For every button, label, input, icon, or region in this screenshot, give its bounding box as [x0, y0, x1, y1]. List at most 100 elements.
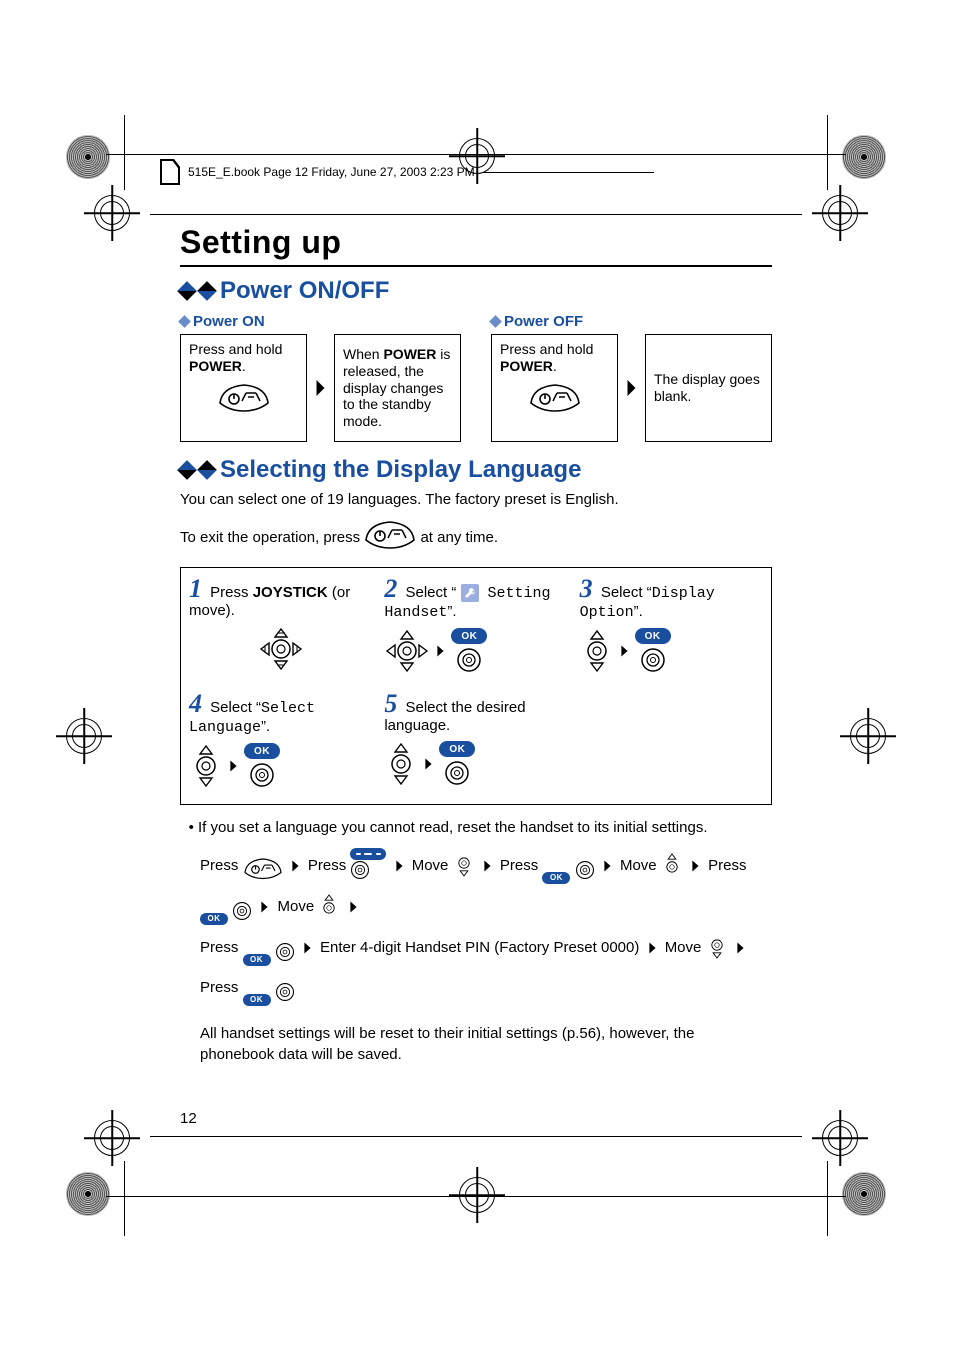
- power-key-icon: [243, 856, 283, 891]
- title-rule: [180, 265, 772, 267]
- ok-key-icon: OK: [635, 628, 671, 678]
- arrow-right-icon: [648, 936, 657, 966]
- registration-dot-icon: [842, 135, 886, 179]
- arrow-right-icon: [691, 854, 700, 884]
- language-step-3: 3 Select “Display Option”.: [580, 576, 763, 679]
- ok-key-icon: OK: [451, 628, 487, 678]
- registration-target-icon: [850, 718, 886, 754]
- arrow-right-icon: [349, 895, 358, 925]
- language-step-5: 5 Select the desired language. OK: [384, 691, 567, 794]
- page-title: Setting up: [180, 224, 772, 261]
- step-number-4: 4: [189, 689, 202, 718]
- diamond-icon: [177, 281, 197, 301]
- power-on-step2-box: When POWER is released, the display chan…: [334, 334, 461, 442]
- crop-rule: [150, 214, 802, 215]
- crop-rule: [150, 1136, 802, 1137]
- reset-note: All handset settings will be reset to th…: [200, 1023, 772, 1065]
- power-off-step2-box: The display goes blank.: [645, 334, 772, 442]
- language-step-2: 2 Select “ Setting Handset”.: [384, 576, 567, 679]
- diamond-icon: [177, 460, 197, 480]
- step-number-2: 2: [384, 574, 397, 603]
- joystick-up-icon: [661, 850, 683, 891]
- section-title: Power ON/OFF: [220, 277, 389, 305]
- power-on-label: Power ON: [193, 313, 265, 330]
- print-header-text: 515E_E.book Page 12 Friday, June 27, 200…: [188, 165, 475, 179]
- power-on-step2-text: When POWER is released, the display chan…: [343, 346, 452, 430]
- arrow-right-icon: [620, 644, 629, 663]
- reset-bullet: If you set a language you cannot read, r…: [198, 817, 772, 839]
- crop-rule: [106, 154, 846, 155]
- registration-dot-icon: [66, 1172, 110, 1216]
- language-step-4: 4 Select “Select Language”.: [189, 691, 372, 794]
- wrench-icon: [461, 584, 479, 602]
- arrow-right-icon: [736, 936, 745, 966]
- joystick-up-icon: [318, 891, 340, 932]
- arrow-right-icon: [395, 854, 404, 884]
- arrow-right-icon: [315, 379, 326, 397]
- step-number-5: 5: [384, 689, 397, 718]
- joystick-updown-icon: [384, 741, 418, 792]
- language-section: Selecting the Display Language You can s…: [180, 456, 772, 1065]
- power-columns: Power ON Press and hold POWER.: [180, 309, 772, 442]
- diamond-icon: [197, 460, 217, 480]
- crop-rule: [124, 115, 125, 190]
- joystick-4way-icon: [384, 628, 430, 679]
- language-step-1: 1 Press JOYSTICK (or move).: [189, 576, 372, 679]
- registration-target-icon: [94, 1120, 130, 1156]
- power-off-column: Power OFF Press and hold POWER.: [491, 309, 772, 442]
- power-off-label: Power OFF: [504, 313, 583, 330]
- diamond-icon: [178, 315, 191, 328]
- crop-rule: [827, 1161, 828, 1236]
- power-on-step1-box: Press and hold POWER.: [180, 334, 307, 442]
- diamond-icon: [197, 281, 217, 301]
- language-steps-frame: 1 Press JOYSTICK (or move).: [180, 567, 772, 805]
- registration-target-icon: [459, 1177, 495, 1213]
- ok-key-icon: OK: [542, 860, 594, 891]
- ok-key-icon: OK: [243, 942, 295, 973]
- content-area: Setting up Power ON/OFF Power ON Press a…: [180, 224, 772, 1127]
- document-icon: [160, 159, 180, 185]
- arrow-right-icon: [303, 936, 312, 966]
- arrow-right-icon: [424, 757, 433, 776]
- page: 515E_E.book Page 12 Friday, June 27, 200…: [0, 0, 954, 1351]
- section-heading-power: Power ON/OFF: [180, 277, 772, 305]
- registration-target-icon: [66, 718, 102, 754]
- ok-key-icon: OK: [244, 743, 280, 793]
- crop-rule: [106, 1196, 846, 1197]
- registration-target-icon: [822, 1120, 858, 1156]
- arrow-right-icon: [291, 854, 300, 884]
- registration-dot-icon: [842, 1172, 886, 1216]
- joystick-down-icon: [706, 932, 728, 973]
- power-off-step2-text: The display goes blank.: [654, 371, 763, 405]
- power-off-step1-box: Press and hold POWER.: [491, 334, 618, 442]
- reset-sequence: Press Press Move: [200, 848, 772, 1013]
- registration-dot-icon: [66, 135, 110, 179]
- joystick-4way-icon: [258, 626, 304, 677]
- arrow-right-icon: [483, 854, 492, 884]
- page-number: 12: [180, 1110, 197, 1127]
- joystick-updown-icon: [580, 628, 614, 679]
- language-exit-note: To exit the operation, press at any time…: [180, 518, 772, 556]
- reset-block: If you set a language you cannot read, r…: [180, 817, 772, 1066]
- arrow-right-icon: [260, 895, 269, 925]
- arrow-right-icon: [626, 379, 637, 397]
- power-on-step1-text: Press and hold POWER.: [189, 341, 282, 374]
- arrow-right-icon: [229, 759, 238, 778]
- diamond-icon: [489, 315, 502, 328]
- registration-target-icon: [822, 195, 858, 231]
- joystick-down-icon: [453, 850, 475, 891]
- arrow-right-icon: [436, 644, 445, 663]
- crop-rule: [827, 115, 828, 190]
- language-intro: You can select one of 19 languages. The …: [180, 490, 772, 510]
- print-header: 515E_E.book Page 12 Friday, June 27, 200…: [160, 159, 654, 185]
- joystick-updown-icon: [189, 743, 223, 794]
- power-on-column: Power ON Press and hold POWER.: [180, 309, 461, 442]
- power-key-icon: [529, 381, 581, 417]
- section-title: Selecting the Display Language: [220, 456, 581, 484]
- registration-target-icon: [94, 195, 130, 231]
- power-key-icon: [364, 518, 416, 556]
- ok-key-icon: OK: [439, 741, 475, 791]
- ok-key-icon: OK: [243, 982, 295, 1013]
- power-off-step1-text: Press and hold POWER.: [500, 341, 593, 374]
- step-number-1: 1: [189, 574, 202, 603]
